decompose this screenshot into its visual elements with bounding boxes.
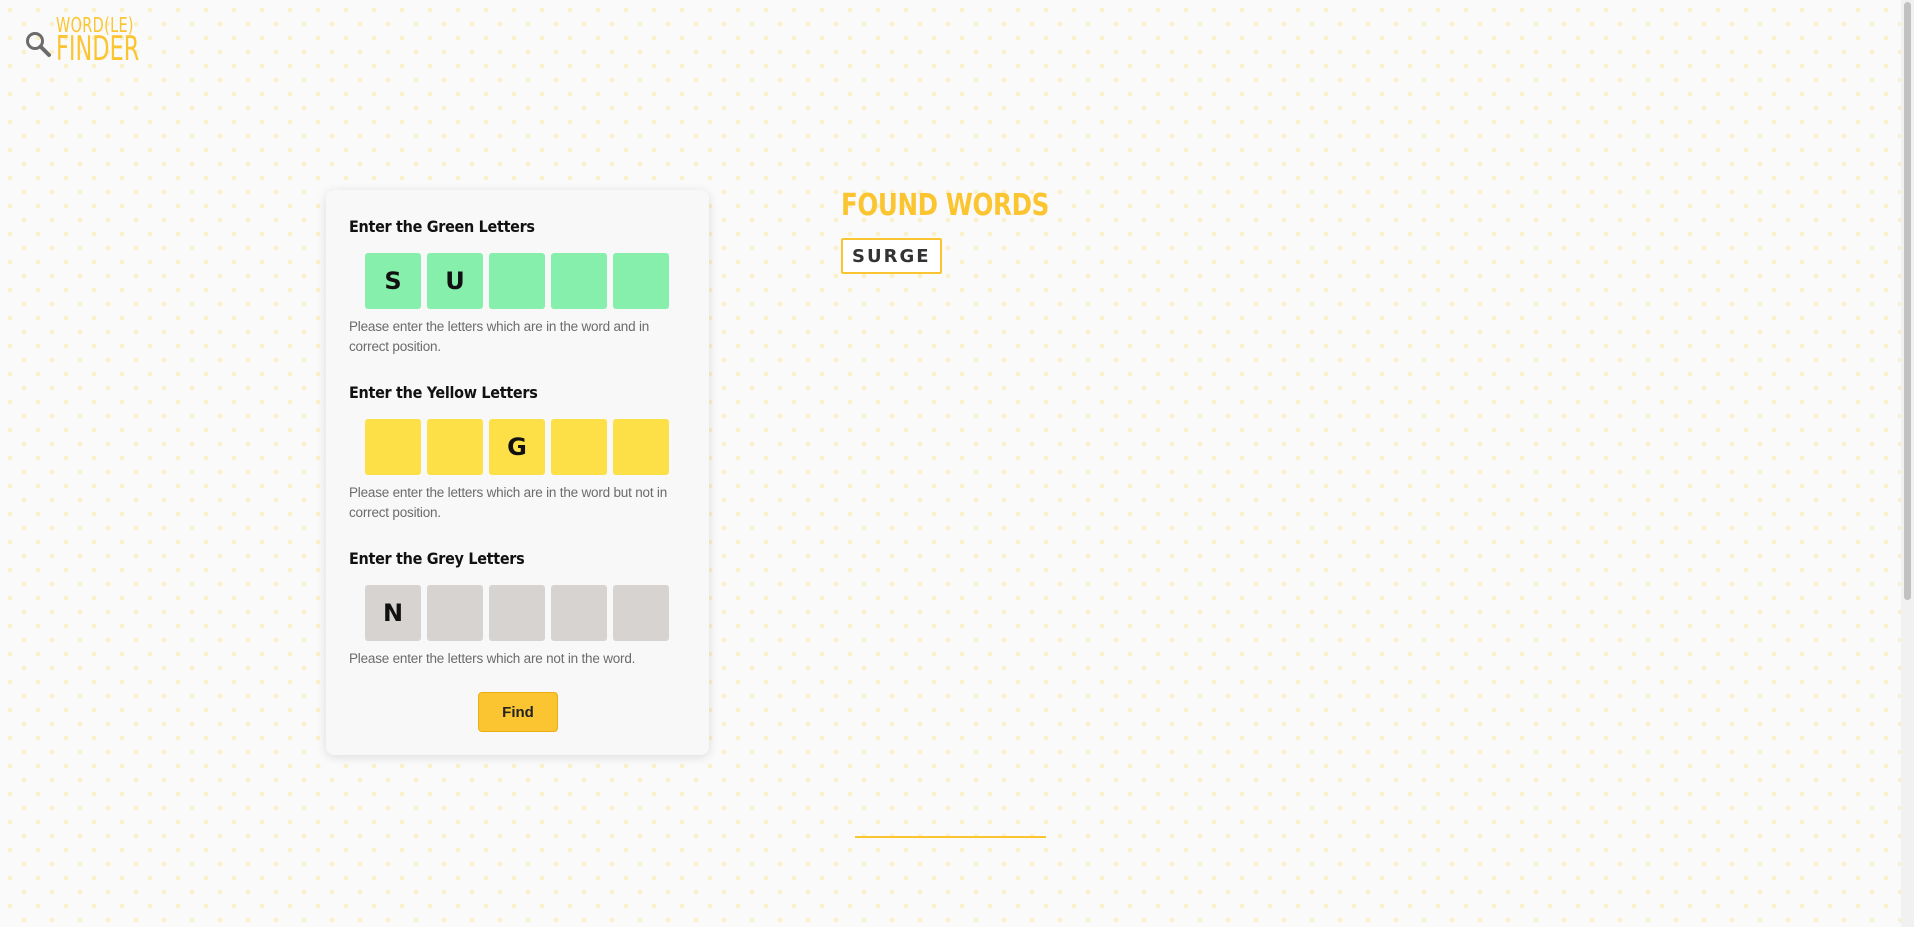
scrollbar-thumb[interactable]	[1904, 2, 1911, 600]
grey-tile-3[interactable]	[489, 585, 545, 641]
green-section: Enter the Green Letters S U Please enter…	[349, 216, 686, 382]
grey-hint: Please enter the letters which are not i…	[349, 651, 636, 666]
page-scrollbar[interactable]	[1901, 0, 1914, 927]
grey-tiles: N	[365, 585, 686, 641]
find-button[interactable]: Find	[478, 692, 558, 732]
magnifier-icon	[26, 32, 51, 57]
site-logo[interactable]: WORD(LE) FINDER	[24, 15, 182, 69]
green-tile-4[interactable]	[551, 253, 607, 309]
logo-text: WORD(LE) FINDER	[56, 15, 182, 69]
yellow-section: Enter the Yellow Letters G Please enter …	[349, 382, 686, 548]
logo-line2: FINDER	[56, 29, 140, 69]
yellow-tile-5[interactable]	[613, 419, 669, 475]
section-divider	[855, 836, 1046, 838]
green-tile-5[interactable]	[613, 253, 669, 309]
grey-tile-1[interactable]: N	[365, 585, 421, 641]
found-words-title: FOUND WORDS	[841, 188, 1049, 223]
grey-section: Enter the Grey Letters N Please enter th…	[349, 548, 686, 714]
yellow-hint: Please enter the letters which are in th…	[349, 485, 668, 520]
green-title: Enter the Green Letters	[349, 217, 535, 236]
grey-tile-4[interactable]	[551, 585, 607, 641]
grey-title: Enter the Grey Letters	[349, 549, 525, 568]
yellow-tiles: G	[365, 419, 686, 475]
yellow-tile-1[interactable]	[365, 419, 421, 475]
found-word-chip[interactable]: SURGE	[841, 238, 942, 274]
green-tile-1[interactable]: S	[365, 253, 421, 309]
green-tile-2[interactable]: U	[427, 253, 483, 309]
green-tiles: S U	[365, 253, 686, 309]
yellow-tile-4[interactable]	[551, 419, 607, 475]
letter-form: Enter the Green Letters S U Please enter…	[326, 190, 709, 755]
grey-tile-2[interactable]	[427, 585, 483, 641]
yellow-title: Enter the Yellow Letters	[349, 383, 538, 402]
green-hint: Please enter the letters which are in th…	[349, 319, 650, 354]
yellow-tile-3[interactable]: G	[489, 419, 545, 475]
green-tile-3[interactable]	[489, 253, 545, 309]
grey-tile-5[interactable]	[613, 585, 669, 641]
yellow-tile-2[interactable]	[427, 419, 483, 475]
